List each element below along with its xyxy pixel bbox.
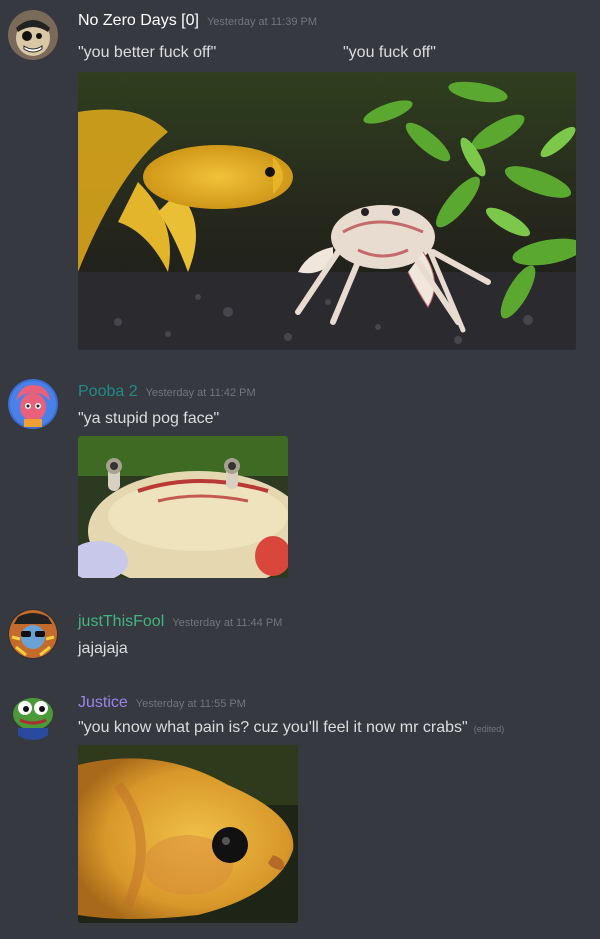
message-text-body: "you know what pain is? cuz you'll feel … <box>78 719 468 736</box>
timestamp: Yesterday at 11:44 PM <box>172 617 283 629</box>
message-text-right: "you fuck off" <box>343 44 436 61</box>
timestamp: Yesterday at 11:42 PM <box>145 387 256 399</box>
pink-haired-character-avatar[interactable] <box>8 379 58 429</box>
username[interactable]: No Zero Days [0] <box>78 12 199 29</box>
pepe-frog-avatar[interactable] <box>8 690 58 740</box>
pirate-skull-avatar[interactable] <box>8 10 58 60</box>
image-attachment-crab-closeup[interactable] <box>78 436 288 578</box>
edited-label: (edited) <box>473 724 505 734</box>
timestamp: Yesterday at 11:39 PM <box>206 16 318 28</box>
image-attachment-betta-and-crab[interactable] <box>78 72 576 350</box>
message-text: jajajaja <box>78 640 128 657</box>
message-text-left: "you better fuck off" <box>78 44 217 61</box>
message-text: "you know what pain is? cuz you'll feel … <box>78 719 504 737</box>
username[interactable]: justThisFool <box>78 613 164 630</box>
image-attachment-fish-closeup[interactable] <box>78 745 298 923</box>
timestamp: Yesterday at 11:55 PM <box>135 698 246 710</box>
username[interactable]: Pooba 2 <box>78 383 138 400</box>
username[interactable]: Justice <box>78 694 128 711</box>
message-text: "ya stupid pog face" <box>78 410 220 427</box>
sunglasses-character-avatar[interactable] <box>8 609 58 659</box>
